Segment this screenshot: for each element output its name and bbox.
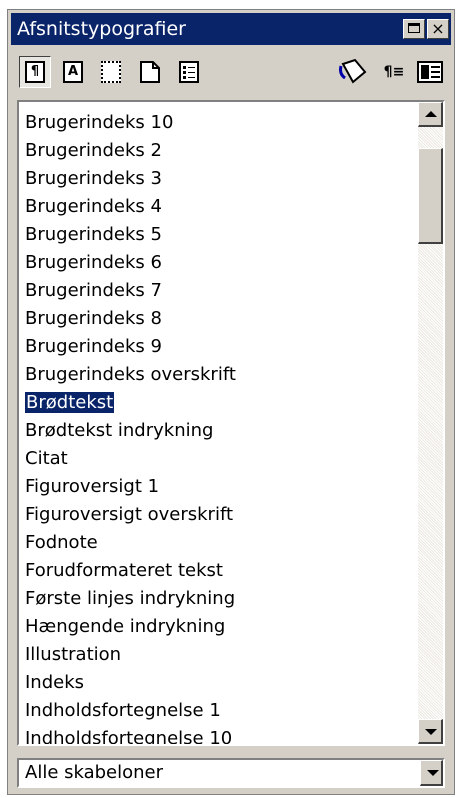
list-styles-button[interactable] [173,56,205,88]
page-icon [140,61,160,83]
style-list-item[interactable]: Brugerindeks 7 [25,277,236,305]
scroll-down-button[interactable] [418,719,443,744]
style-list-item-label: Fodnote [25,532,98,553]
frame-styles-button[interactable] [95,56,127,88]
style-list-item[interactable]: Brugerindeks 4 [25,193,236,221]
style-list-item[interactable]: Brødtekst [23,389,236,417]
style-list-item[interactable]: Brugerindeks 6 [25,249,236,277]
style-list-item-label: Brugerindeks 4 [25,196,162,217]
style-list-item-label: Citat [25,448,68,469]
update-style-icon [417,61,443,83]
style-list-item-label: Forudformateret tekst [25,560,223,581]
style-list-item[interactable]: Indeks [25,669,236,697]
style-list-item-label: Brugerindeks overskrift [25,364,236,385]
paint-bucket-icon [339,58,367,84]
style-list-item[interactable]: Fodnote [25,529,236,557]
style-list-item-label: Brugerindeks 5 [25,224,162,245]
style-filter-dropdown[interactable]: Alle skabeloner [17,758,445,788]
window-title: Afsnitstypografier [17,18,186,40]
character-icon: A [63,61,83,83]
style-list-item[interactable]: Brugerindeks 5 [25,221,236,249]
frame-icon [101,61,121,83]
page-styles-button[interactable] [134,56,166,88]
style-list-item-label: Illustration [25,644,122,665]
style-list-item-label: Indholdsfortegnelse 1 [25,700,221,721]
vertical-scrollbar[interactable] [418,102,443,744]
scrollbar-thumb[interactable] [418,148,443,244]
style-list-item[interactable]: Forudformateret tekst [25,557,236,585]
style-list-item-label: Brugerindeks 8 [25,308,162,329]
style-list-item[interactable]: Citat [25,445,236,473]
style-list-item-label: Brødtekst indrykning [25,420,214,441]
maximize-button[interactable] [403,19,425,39]
style-list-item[interactable]: Brugerindeks 2 [25,137,236,165]
close-button[interactable]: × [427,19,449,39]
arrow-up-icon [425,111,437,117]
style-list-item-label: Figuroversigt 1 [25,476,160,497]
fill-format-mode-button[interactable] [338,56,370,88]
style-list-item[interactable]: Illustration [25,641,236,669]
paragraph-styles-button[interactable]: ¶ [19,56,51,88]
style-list-item-label: Brugerindeks 2 [25,140,162,161]
update-style-button[interactable] [414,56,446,88]
style-list-item[interactable]: Indholdsfortegnelse 1 [25,697,236,725]
style-list-item[interactable]: Brugerindeks 3 [25,165,236,193]
arrow-down-icon [425,729,437,735]
maximize-icon [408,23,420,33]
dropdown-button[interactable] [420,760,443,786]
chevron-down-icon [427,770,439,776]
style-list[interactable]: Brugerindeks 10 Brugerindeks 2 Brugerindek… [17,100,445,746]
style-list-item[interactable]: Hængende indrykning [25,613,236,641]
style-list-item-label: Første linjes indrykning [25,588,236,609]
close-icon: × [431,19,445,38]
style-list-item[interactable]: Figuroversigt 1 [25,473,236,501]
style-list-items: Brugerindeks 10 Brugerindeks 2 Brugerindek… [23,109,236,746]
new-style-icon: ¶≡ [383,64,405,80]
style-list-item-label: Indeks [25,672,85,693]
style-filter-value: Alle skabeloner [25,762,164,783]
new-style-from-selection-button[interactable]: ¶≡ [378,56,410,88]
style-list-item-label: Brugerindeks 3 [25,168,162,189]
style-list-item[interactable]: Figuroversigt overskrift [25,501,236,529]
style-list-item-label: Brugerindeks 9 [25,336,162,357]
style-list-item-label: Brødtekst [23,391,116,414]
style-list-item[interactable]: Brødtekst indrykning [25,417,236,445]
style-list-item-label: Brugerindeks 10 [25,112,174,133]
style-list-item-label: Indholdsfortegnelse 10 [25,728,233,746]
style-list-item[interactable]: Brugerindeks 10 [25,109,236,137]
style-list-item[interactable]: Indholdsfortegnelse 10 [25,725,236,746]
character-styles-button[interactable]: A [57,56,89,88]
style-toolbar: ¶ A ¶≡ [11,50,451,92]
scroll-up-button[interactable] [418,102,443,127]
list-icon [179,61,199,83]
style-list-item-label: Hængende indrykning [25,616,226,637]
style-list-item[interactable]: Brugerindeks 9 [25,333,236,361]
title-bar[interactable]: Afsnitstypografier × [11,13,451,45]
style-list-item-label: Brugerindeks 7 [25,280,162,301]
style-list-item[interactable]: Brugerindeks 8 [25,305,236,333]
style-list-item-label: Figuroversigt overskrift [25,504,234,525]
paragraph-icon: ¶ [25,61,45,83]
style-list-item-label: Brugerindeks 6 [25,252,162,273]
style-list-item[interactable]: Brugerindeks overskrift [25,361,236,389]
style-list-item[interactable]: Første linjes indrykning [25,585,236,613]
